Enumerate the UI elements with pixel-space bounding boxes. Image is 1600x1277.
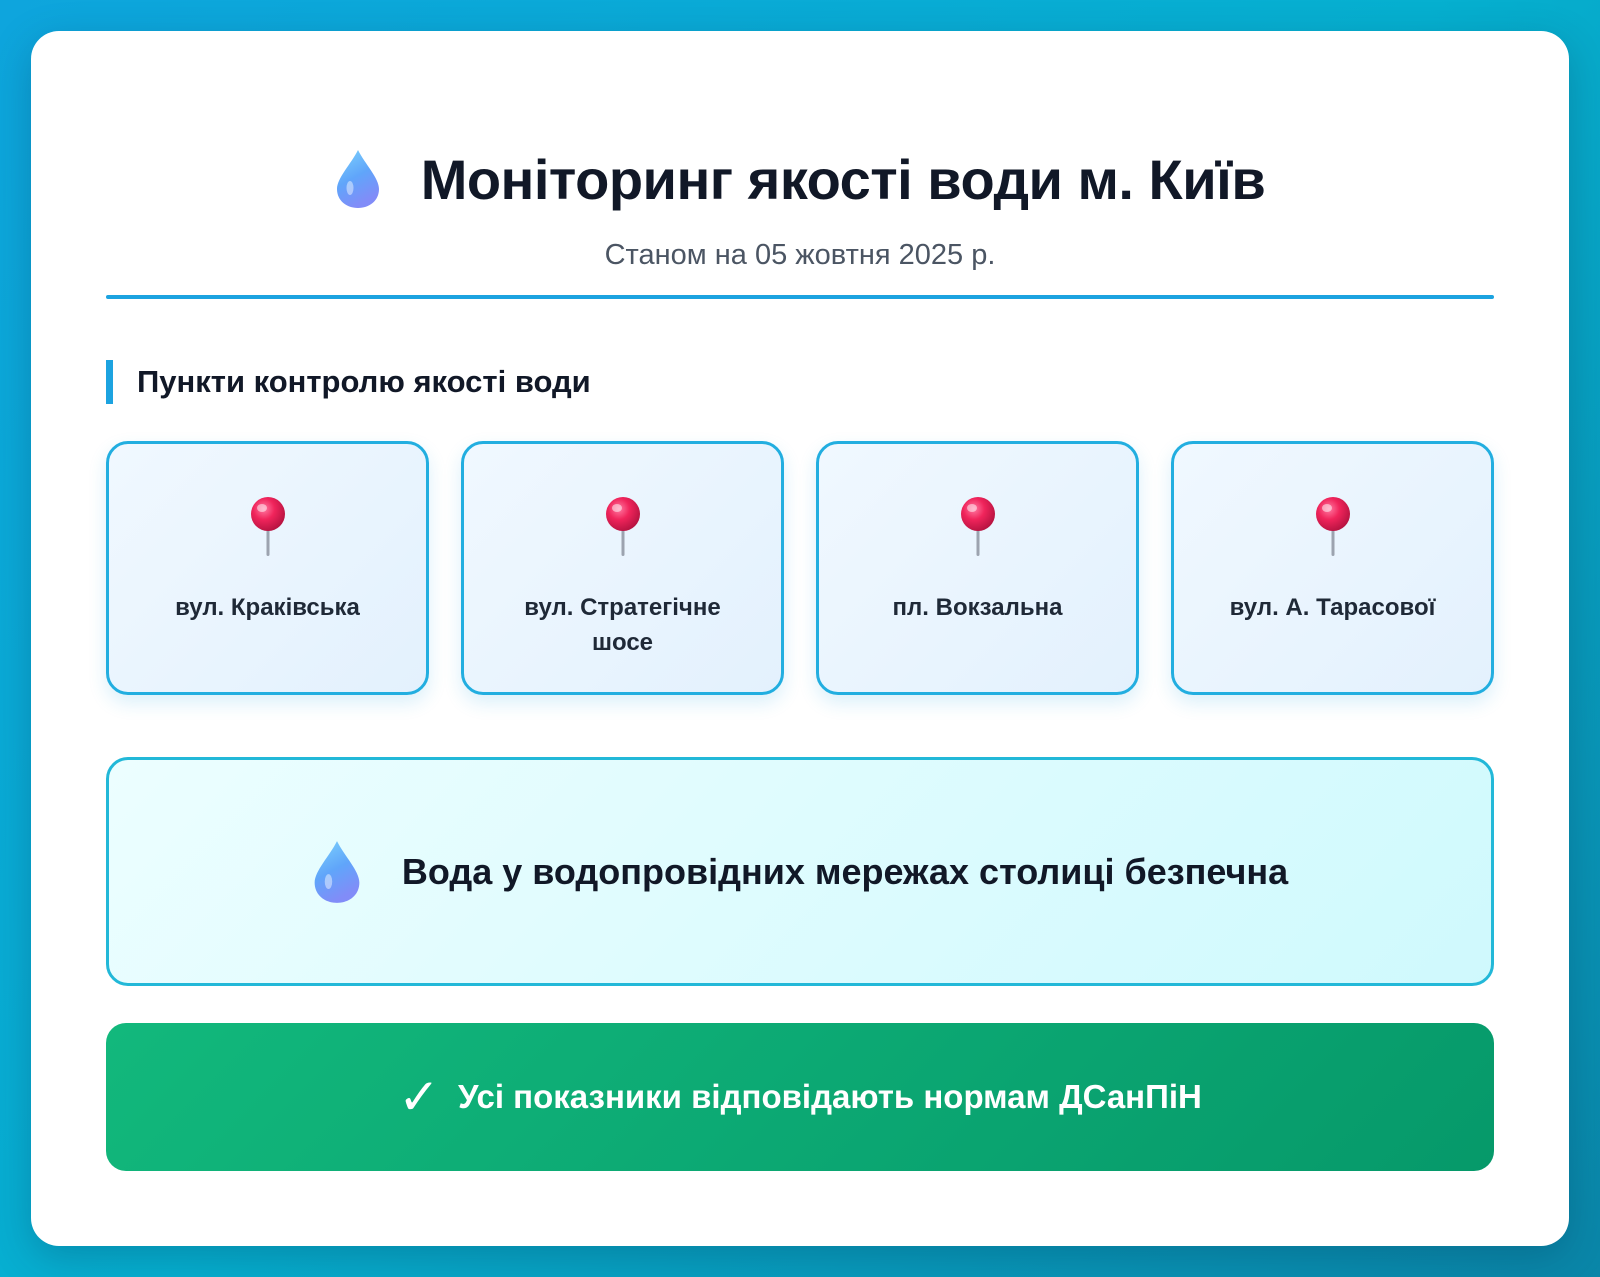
control-point-label: вул. Стратегічне шосе	[524, 594, 721, 656]
pushpin-icon	[250, 497, 285, 556]
control-point-card: вул. Краківська	[106, 441, 429, 695]
header-divider	[106, 295, 1494, 299]
control-point-label: пл. Вокзальна	[892, 594, 1063, 621]
section-title: Пункти контролю якості води	[106, 360, 591, 404]
pushpin-icon	[1315, 497, 1350, 556]
water-drop-icon	[314, 840, 360, 903]
report-date: Станом на 05 жовтня 2025 р.	[604, 239, 996, 271]
page-title: Моніторинг якості води м. Київ	[420, 147, 1266, 211]
pushpin-icon	[605, 497, 640, 556]
control-point-card: пл. Вокзальна	[816, 441, 1139, 695]
checkmark-icon: ✓	[398, 1068, 441, 1126]
water-safety-text: Вода у водопровідних мережах столиці без…	[401, 850, 1289, 892]
pushpin-icon	[960, 497, 995, 556]
control-point-card: вул. А. Тарасової	[1171, 441, 1494, 695]
control-point-label: вул. А. Тарасової	[1229, 594, 1436, 621]
main-card: Моніторинг якості води м. Київ Станом на…	[31, 31, 1569, 1246]
water-safety-notice: Вода у водопровідних мережах столиці без…	[106, 757, 1494, 986]
control-point-label: вул. Краківська	[175, 594, 360, 621]
page-header: Моніторинг якості води м. Київ	[31, 139, 1569, 219]
control-point-card: вул. Стратегічне шосе	[461, 441, 784, 695]
compliance-text: Усі показники відповідають нормам ДСанПі…	[458, 1078, 1202, 1115]
compliance-banner: ✓ Усі показники відповідають нормам ДСан…	[106, 1023, 1494, 1171]
water-drop-icon	[336, 150, 379, 208]
control-points-list: вул. Краківська вул. Стратегічне шосе пл…	[106, 441, 1494, 695]
